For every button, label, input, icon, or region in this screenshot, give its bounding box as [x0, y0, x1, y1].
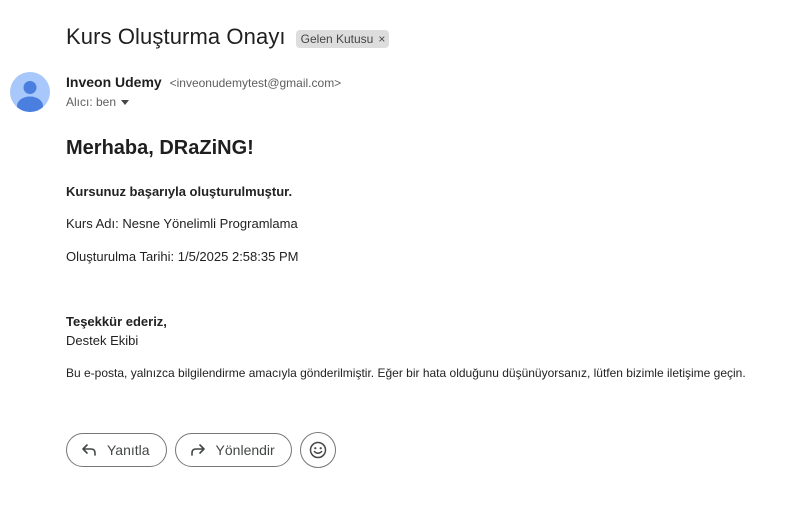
email-subject: Kurs Oluşturma Onayı [66, 24, 286, 49]
chevron-down-icon[interactable] [121, 99, 130, 105]
recipient-row: Alıcı: ben [66, 95, 130, 109]
subject-row: Kurs Oluşturma Onayı Gelen Kutusu × [66, 24, 390, 50]
reply-icon [82, 444, 96, 456]
reply-label: Yanıtla [107, 442, 150, 458]
sender-name: Inveon Udemy [66, 74, 162, 90]
avatar-person-icon [17, 81, 43, 112]
emoji-icon [309, 441, 326, 459]
greeting-heading: Merhaba, DRaZiNG! [66, 137, 254, 159]
recipient-text: Alıcı: ben [66, 95, 117, 109]
created-date-text: Oluşturulma Tarihi: 1/5/2025 2:58:35 PM [66, 249, 299, 264]
sender-row: Inveon Udemy <inveonudemytest@gmail.com> [66, 74, 341, 90]
emoji-reaction-button[interactable] [299, 432, 336, 468]
inbox-label-text: Gelen Kutusu [300, 31, 374, 46]
thanks-text: Teşekkür ederiz, [66, 314, 167, 329]
forward-icon [190, 444, 205, 456]
team-signature: Destek Ekibi [66, 333, 139, 348]
success-text: Kursunuz başarıyla oluşturulmuştur. [66, 184, 293, 199]
course-name-text: Kurs Adı: Nesne Yönelimli Programlama [66, 216, 298, 231]
message-body: Merhaba, DRaZiNG! Kursunuz başarıyla olu… [66, 137, 766, 380]
forward-label: Yönlendir [215, 442, 275, 458]
action-bar: Yanıtla Yönlendir [66, 432, 336, 468]
sender-avatar[interactable] [10, 72, 50, 112]
sender-email: <inveonudemytest@gmail.com> [169, 76, 342, 90]
forward-button[interactable]: Yönlendir [174, 433, 292, 467]
remove-label-icon[interactable]: × [378, 32, 385, 46]
reply-button[interactable]: Yanıtla [66, 433, 167, 467]
disclaimer-text: Bu e-posta, yalnızca bilgilendirme amacı… [66, 366, 746, 380]
inbox-label-chip[interactable]: Gelen Kutusu × [295, 29, 390, 48]
